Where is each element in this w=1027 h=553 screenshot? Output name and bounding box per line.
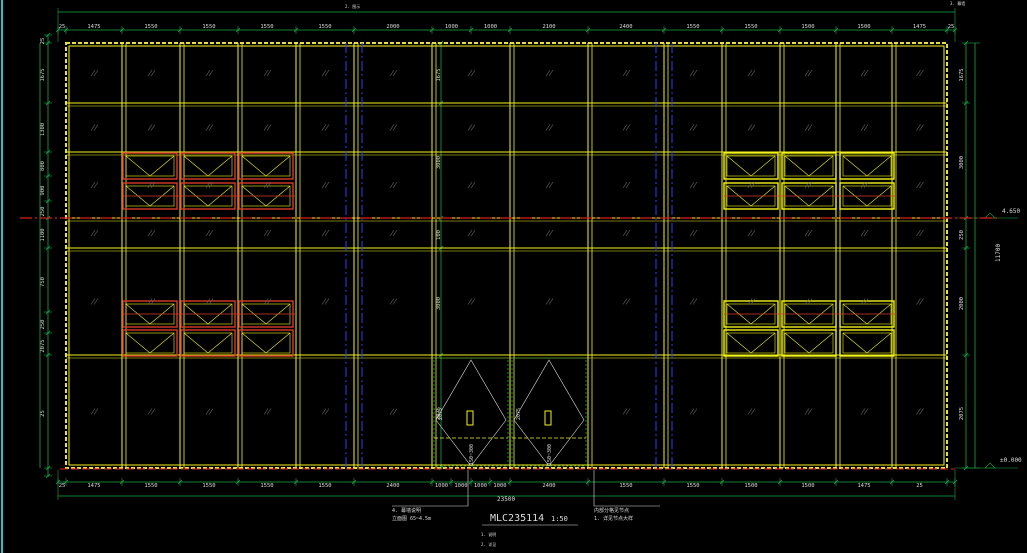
bottom-dim-label: 1550 <box>144 483 157 489</box>
left-dim-label: 1100 <box>40 228 46 241</box>
elevation-drawing: 25 1475 1550 1550 1550 1550 2000 1000 1000 2100 24… <box>0 0 1027 553</box>
left-dim-label: 250 <box>40 320 46 330</box>
bottom-dim-label: 1500 <box>744 483 757 489</box>
left-dim-label: 1300 <box>40 123 46 136</box>
top-dim-label: 2000 <box>386 24 399 30</box>
bottom-dim-label: 1500 <box>801 483 814 489</box>
mid-dim-label: 1675 <box>436 68 442 81</box>
total-width-label: 23500 <box>497 496 515 503</box>
left-callout-2: 立面图 65~4.5m <box>392 515 431 522</box>
bottom-note-2: 2. 详见 <box>481 541 496 547</box>
bottom-dim-label: 1000 <box>435 483 448 489</box>
left-dim-label: 1675 <box>40 68 46 81</box>
right-callout-1: 内部分格见节点 <box>594 507 629 514</box>
bottom-dim-label: 25 <box>916 483 923 489</box>
top-dim-label: 1500 <box>857 24 870 30</box>
right-total-label: 11700 <box>995 244 1002 262</box>
left-dim-label: 800 <box>40 161 46 171</box>
bottom-dim-label: 1475 <box>857 483 870 489</box>
mid-dim-label: 3000 <box>436 156 442 169</box>
right-dim-label: 2000 <box>959 297 965 310</box>
top-dim-label: 1000 <box>484 24 497 30</box>
bottom-dim-label: 1000 <box>474 483 487 489</box>
top-dim-label: 1550 <box>744 24 757 30</box>
door-sill-label: 150~300 <box>547 444 553 465</box>
mid-dim-label: 100 <box>436 230 442 240</box>
right-dim-label: 1675 <box>959 68 965 81</box>
top-dim-label: 25 <box>59 24 66 30</box>
bottom-dim-label: 1550 <box>202 483 215 489</box>
top-dim-label: 25 <box>948 24 955 30</box>
top-dim-label: 1000 <box>445 24 458 30</box>
door-sill-label: 150~300 <box>469 444 475 465</box>
top-dim-label: 1550 <box>202 24 215 30</box>
bottom-dim-label: 1000 <box>454 483 467 489</box>
left-dim-label: 25 <box>40 410 46 417</box>
top-dim-label: 1475 <box>87 24 100 30</box>
top-dim-label: 1550 <box>260 24 273 30</box>
bottom-dim-label: 1550 <box>686 483 699 489</box>
left-callout-1: 4. 幕墙说明 <box>392 507 421 514</box>
bottom-dim-label: 1475 <box>87 483 100 489</box>
mid-dim-label: 3000 <box>436 297 442 310</box>
left-dim-label: 750 <box>40 277 46 287</box>
top-dim-label: 2100 <box>542 24 555 30</box>
bottom-dim-label: 25 <box>59 483 66 489</box>
level-upper: 4.650 <box>1002 208 1020 215</box>
bottom-dim-label: 1000 <box>493 483 506 489</box>
top-note-2: 3. 幕墙 <box>950 0 965 6</box>
top-dim-label: 1500 <box>801 24 814 30</box>
left-dim-label: 250 <box>40 207 46 217</box>
top-dim-label: 1550 <box>144 24 157 30</box>
canvas-background <box>0 0 1027 553</box>
door-height-label: 2075 <box>438 408 444 420</box>
bottom-dim-label: 2400 <box>386 483 399 489</box>
door-height-label: 2075 <box>516 408 522 420</box>
top-dim-label: 1550 <box>318 24 331 30</box>
right-callout-2: 1. 详见节点大样 <box>594 515 633 522</box>
bottom-dim-label: 1550 <box>260 483 273 489</box>
bottom-dim-label: 1550 <box>318 483 331 489</box>
top-note-1: 2. 图示 <box>345 3 360 9</box>
top-dim-label: 1550 <box>686 24 699 30</box>
bottom-dim-label: 1550 <box>619 483 632 489</box>
bottom-dim-label: 2400 <box>542 483 555 489</box>
left-dim-label: 25 <box>40 38 46 45</box>
right-dim-label: 2075 <box>959 407 965 420</box>
drawing-scale: 1:50 <box>551 515 568 523</box>
drawing-title: MLC235114 <box>490 513 544 524</box>
right-dim-label: 250 <box>959 230 965 240</box>
left-dim-label: 900 <box>40 186 46 196</box>
top-dim-label: 2400 <box>619 24 632 30</box>
right-dim-label: 3000 <box>959 156 965 169</box>
bottom-note-1: 1. 说明 <box>481 531 496 537</box>
left-dim-label: 2075 <box>40 339 46 352</box>
top-dim-label: 1475 <box>913 24 926 30</box>
level-ground: ±0.000 <box>1000 457 1022 464</box>
